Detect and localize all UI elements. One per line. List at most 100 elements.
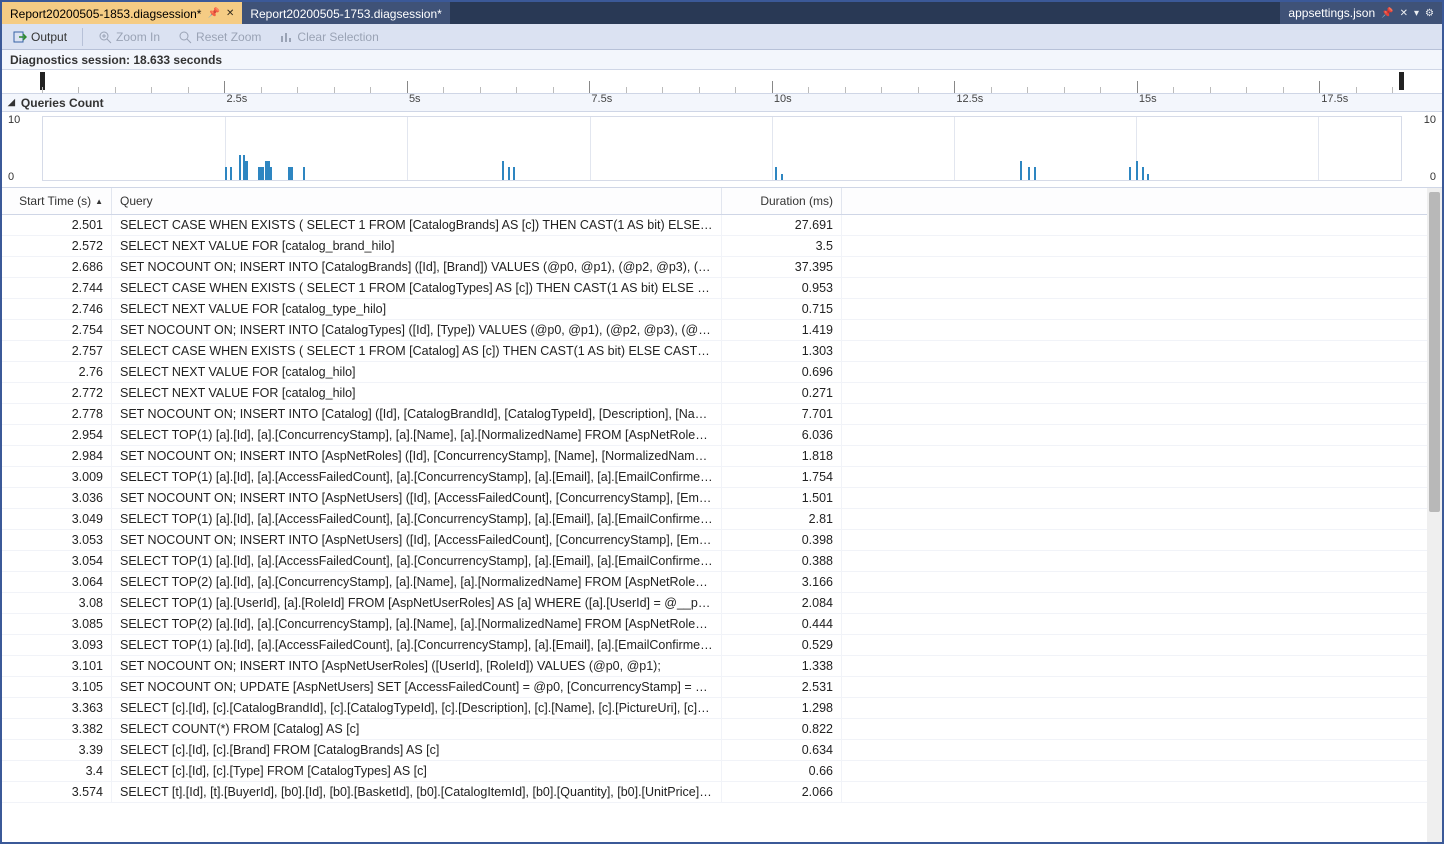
cell-query: SET NOCOUNT ON; INSERT INTO [AspNetRoles… <box>112 446 722 466</box>
close-icon[interactable]: ✕ <box>1400 8 1408 19</box>
tab-report-1753[interactable]: Report20200505-1753.diagsession* <box>242 2 449 24</box>
reset-zoom-button[interactable]: Reset Zoom <box>171 27 268 47</box>
cell-duration: 0.398 <box>722 530 842 550</box>
ruler-tick-label: 2.5s <box>226 93 247 105</box>
col-query[interactable]: Query <box>112 188 722 214</box>
table-row[interactable]: 3.4SELECT [c].[Id], [c].[Type] FROM [Cat… <box>2 761 1427 782</box>
cell-start-time: 2.778 <box>2 404 112 424</box>
table-row[interactable]: 3.08SELECT TOP(1) [a].[UserId], [a].[Rol… <box>2 593 1427 614</box>
table-row[interactable]: 2.954SELECT TOP(1) [a].[Id], [a].[Concur… <box>2 425 1427 446</box>
cell-start-time: 3.049 <box>2 509 112 529</box>
table-row[interactable]: 2.76SELECT NEXT VALUE FOR [catalog_hilo]… <box>2 362 1427 383</box>
chart-bar <box>1147 174 1149 180</box>
pin-icon[interactable]: 📌 <box>207 8 219 19</box>
table-row[interactable]: 3.105SET NOCOUNT ON; UPDATE [AspNetUsers… <box>2 677 1427 698</box>
cell-start-time: 3.054 <box>2 551 112 571</box>
table-row[interactable]: 3.39SELECT [c].[Id], [c].[Brand] FROM [C… <box>2 740 1427 761</box>
cell-duration: 1.501 <box>722 488 842 508</box>
cell-start-time: 2.746 <box>2 299 112 319</box>
scrollbar-thumb[interactable] <box>1429 192 1440 512</box>
table-row[interactable]: 2.772SELECT NEXT VALUE FOR [catalog_hilo… <box>2 383 1427 404</box>
session-header: Diagnostics session: 18.633 seconds <box>2 50 1442 70</box>
cell-duration: 2.81 <box>722 509 842 529</box>
table-row[interactable]: 3.574SELECT [t].[Id], [t].[BuyerId], [b0… <box>2 782 1427 803</box>
table-row[interactable]: 3.049SELECT TOP(1) [a].[Id], [a].[Access… <box>2 509 1427 530</box>
cell-start-time: 3.382 <box>2 719 112 739</box>
cell-start-time: 2.76 <box>2 362 112 382</box>
table-row[interactable]: 3.009SELECT TOP(1) [a].[Id], [a].[Access… <box>2 467 1427 488</box>
output-button[interactable]: Output <box>6 27 74 47</box>
cell-start-time: 2.757 <box>2 341 112 361</box>
cell-duration: 1.303 <box>722 341 842 361</box>
cell-query: SET NOCOUNT ON; UPDATE [AspNetUsers] SET… <box>112 677 722 697</box>
pin-icon[interactable]: 📌 <box>1381 8 1393 19</box>
export-icon <box>13 30 27 44</box>
chart-bar <box>230 167 232 180</box>
chart-bar <box>291 167 293 180</box>
cell-duration: 0.444 <box>722 614 842 634</box>
table-row[interactable]: 2.746SELECT NEXT VALUE FOR [catalog_type… <box>2 299 1427 320</box>
table-row[interactable]: 3.054SELECT TOP(1) [a].[Id], [a].[Access… <box>2 551 1427 572</box>
table-row[interactable]: 2.754SET NOCOUNT ON; INSERT INTO [Catalo… <box>2 320 1427 341</box>
zoom-in-button[interactable]: Zoom In <box>91 27 167 47</box>
col-duration[interactable]: Duration (ms) <box>722 188 842 214</box>
cell-start-time: 2.772 <box>2 383 112 403</box>
cell-start-time: 3.105 <box>2 677 112 697</box>
clear-selection-icon <box>279 30 293 44</box>
chart-bar <box>239 155 241 180</box>
table-row[interactable]: 2.757SELECT CASE WHEN EXISTS ( SELECT 1 … <box>2 341 1427 362</box>
queries-count-chart[interactable]: 10 0 10 0 <box>2 112 1442 188</box>
table-row[interactable]: 3.085SELECT TOP(2) [a].[Id], [a].[Concur… <box>2 614 1427 635</box>
button-label: Zoom In <box>116 30 160 44</box>
table-row[interactable]: 3.053SET NOCOUNT ON; INSERT INTO [AspNet… <box>2 530 1427 551</box>
ruler-tick-label: 5s <box>409 93 421 105</box>
chevron-down-icon[interactable]: ▾ <box>1414 8 1419 19</box>
ruler-tick-label: 12.5s <box>956 93 983 105</box>
cell-duration: 0.715 <box>722 299 842 319</box>
cell-query: SELECT TOP(2) [a].[Id], [a].[Concurrency… <box>112 614 722 634</box>
table-row[interactable]: 2.501SELECT CASE WHEN EXISTS ( SELECT 1 … <box>2 215 1427 236</box>
table-row[interactable]: 2.778SET NOCOUNT ON; INSERT INTO [Catalo… <box>2 404 1427 425</box>
toolbar: Output Zoom In Reset Zoom Clear Selectio… <box>2 24 1442 50</box>
cell-duration: 2.066 <box>722 782 842 802</box>
chart-bar <box>303 167 305 180</box>
tab-label: Report20200505-1753.diagsession* <box>250 7 441 21</box>
chart-bar <box>1020 161 1022 180</box>
table-row[interactable]: 2.572SELECT NEXT VALUE FOR [catalog_bran… <box>2 236 1427 257</box>
table-row[interactable]: 2.744SELECT CASE WHEN EXISTS ( SELECT 1 … <box>2 278 1427 299</box>
chart-bar <box>775 167 777 180</box>
cell-query: SELECT CASE WHEN EXISTS ( SELECT 1 FROM … <box>112 215 722 235</box>
table-row[interactable]: 3.101SET NOCOUNT ON; INSERT INTO [AspNet… <box>2 656 1427 677</box>
gear-icon[interactable]: ⚙ <box>1425 8 1434 19</box>
timeline-ruler[interactable]: 2.5s5s7.5s10s12.5s15s17.5s <box>2 70 1442 94</box>
y-tick-min: 0 <box>8 171 14 183</box>
col-start-time[interactable]: Start Time (s)▲ <box>2 188 112 214</box>
table-row[interactable]: 2.984SET NOCOUNT ON; INSERT INTO [AspNet… <box>2 446 1427 467</box>
document-tabstrip: Report20200505-1853.diagsession* 📌 ✕ Rep… <box>2 2 1442 24</box>
chart-bar <box>502 161 504 180</box>
button-label: Output <box>31 30 67 44</box>
query-grid[interactable]: Start Time (s)▲ Query Duration (ms) 2.50… <box>2 188 1427 842</box>
vertical-scrollbar[interactable] <box>1427 188 1442 842</box>
table-row[interactable]: 3.382SELECT COUNT(*) FROM [Catalog] AS [… <box>2 719 1427 740</box>
table-row[interactable]: 3.036SET NOCOUNT ON; INSERT INTO [AspNet… <box>2 488 1427 509</box>
tabstrip-spacer <box>450 2 1281 24</box>
table-row[interactable]: 3.093SELECT TOP(1) [a].[Id], [a].[Access… <box>2 635 1427 656</box>
cell-duration: 6.036 <box>722 425 842 445</box>
close-icon[interactable]: ✕ <box>226 8 234 19</box>
queries-count-header[interactable]: ◢ Queries Count <box>2 94 1442 112</box>
tab-report-1853[interactable]: Report20200505-1853.diagsession* 📌 ✕ <box>2 2 242 24</box>
grid-header: Start Time (s)▲ Query Duration (ms) <box>2 188 1427 215</box>
table-row[interactable]: 3.064SELECT TOP(2) [a].[Id], [a].[Concur… <box>2 572 1427 593</box>
cell-query: SELECT TOP(1) [a].[Id], [a].[AccessFaile… <box>112 467 722 487</box>
clear-selection-button[interactable]: Clear Selection <box>272 27 385 47</box>
ruler-tick-label: 15s <box>1139 93 1157 105</box>
cell-duration: 27.691 <box>722 215 842 235</box>
reset-zoom-icon <box>178 30 192 44</box>
table-row[interactable]: 2.686SET NOCOUNT ON; INSERT INTO [Catalo… <box>2 257 1427 278</box>
table-row[interactable]: 3.363SELECT [c].[Id], [c].[CatalogBrandI… <box>2 698 1427 719</box>
cell-start-time: 2.501 <box>2 215 112 235</box>
tab-appsettings[interactable]: appsettings.json 📌 ✕ ▾ ⚙ <box>1280 2 1442 24</box>
chart-bar <box>513 167 515 180</box>
cell-duration: 7.701 <box>722 404 842 424</box>
